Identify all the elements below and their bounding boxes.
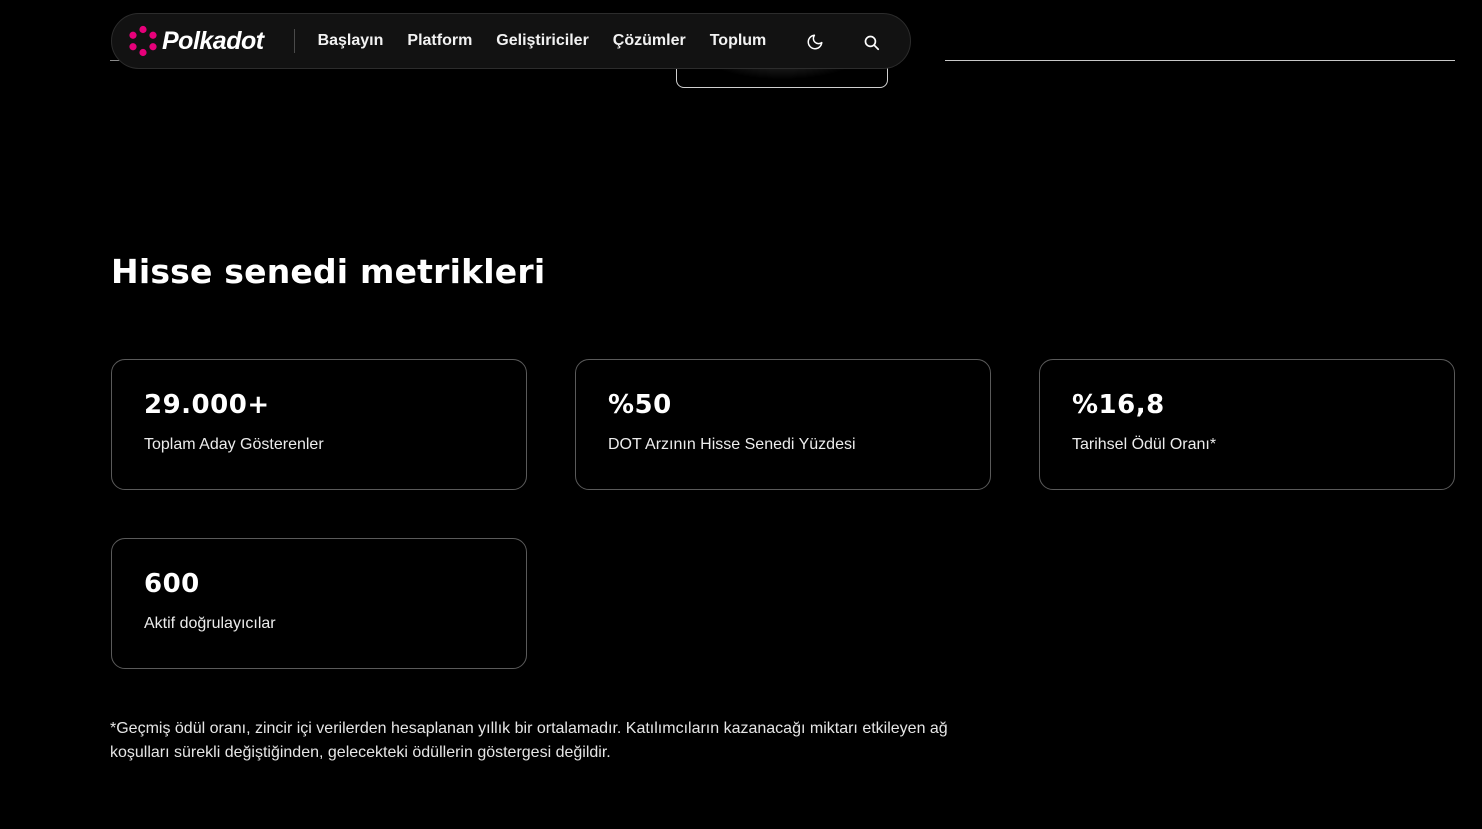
metric-value: 29.000+: [144, 390, 270, 420]
metric-value: 600: [144, 569, 200, 599]
nav-links: Başlayın Platform Geliştiriciler Çözümle…: [318, 32, 791, 50]
metric-label: DOT Arzının Hisse Senedi Yüzdesi: [608, 436, 856, 453]
search-icon: [864, 35, 879, 50]
reward-rate-footnote: *Geçmiş ödül oranı, zincir içi verilerde…: [110, 720, 948, 761]
metric-label: Aktif doğrulayıcılar: [144, 615, 276, 632]
logo-wordmark: Polkadot: [162, 26, 264, 55]
nav-link-gelistiriciler[interactable]: Geliştiriciler: [496, 32, 589, 50]
divider-line-right: [945, 60, 1455, 61]
page: Polkadot Başlayın Platform Geliştiricile…: [0, 0, 1482, 829]
polkadot-logo-icon: [129, 25, 157, 57]
nav-link-platform[interactable]: Platform: [407, 32, 472, 50]
nav-link-toplum[interactable]: Toplum: [710, 32, 767, 50]
metric-card-reward-rate: %16,8 Tarihsel Ödül Oranı*: [1039, 359, 1455, 490]
theme-toggle-button[interactable]: [802, 29, 828, 55]
search-button[interactable]: [858, 29, 884, 55]
polkadot-logo[interactable]: Polkadot: [127, 25, 264, 57]
metric-card-nominators: 29.000+ Toplam Aday Gösterenler: [111, 359, 527, 490]
metric-value: %50: [608, 390, 672, 420]
top-navbar: Polkadot Başlayın Platform Geliştiricile…: [111, 13, 911, 69]
section-title: Hisse senedi metrikleri: [111, 252, 546, 291]
nav-divider: [293, 29, 295, 53]
metric-value: %16,8: [1072, 390, 1165, 420]
metric-card-active-validators: 600 Aktif doğrulayıcılar: [111, 538, 527, 669]
moon-icon: [807, 34, 823, 50]
metric-label: Toplam Aday Gösterenler: [144, 436, 324, 453]
metric-card-staked-supply: %50 DOT Arzının Hisse Senedi Yüzdesi: [575, 359, 991, 490]
nav-link-baslayin[interactable]: Başlayın: [318, 32, 384, 50]
nav-link-cozumler[interactable]: Çözümler: [613, 32, 686, 50]
metric-label: Tarihsel Ödül Oranı*: [1072, 436, 1217, 453]
